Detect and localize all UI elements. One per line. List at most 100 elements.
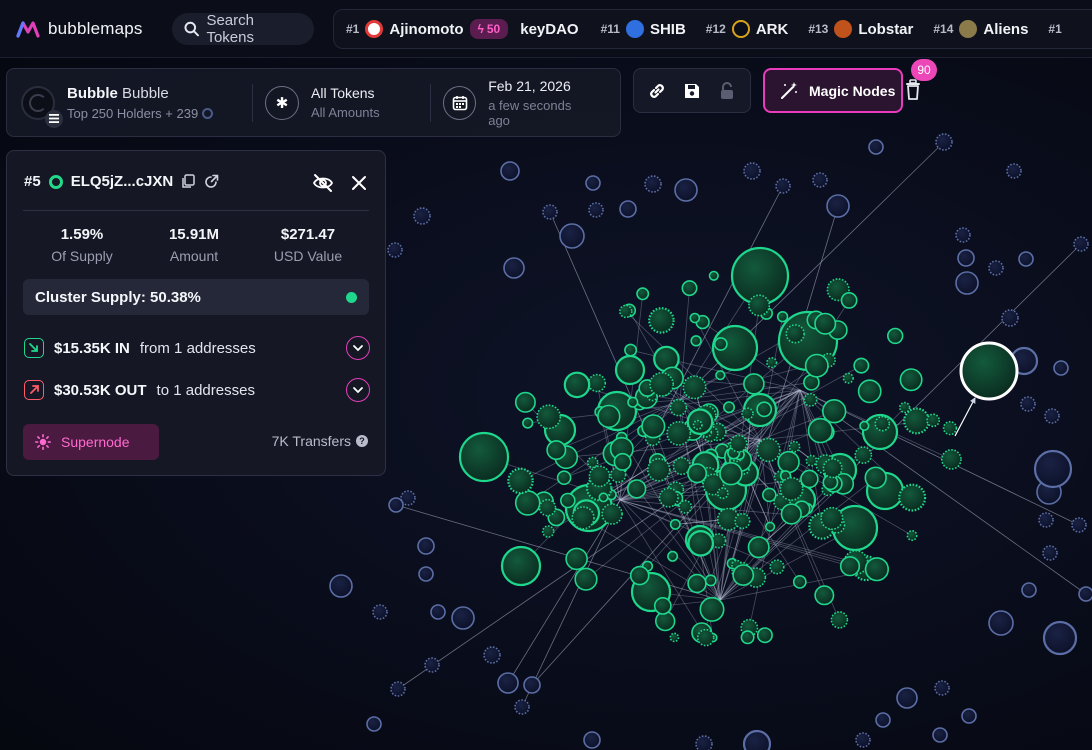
help-icon[interactable]: ? bbox=[356, 435, 368, 447]
holder-bubble[interactable] bbox=[687, 529, 714, 557]
holder-bubble[interactable] bbox=[941, 448, 962, 470]
holder-bubble[interactable] bbox=[704, 574, 717, 587]
small-holder-bubble[interactable] bbox=[497, 672, 519, 694]
holder-bubble[interactable] bbox=[687, 573, 707, 594]
holder-bubble[interactable] bbox=[903, 407, 931, 435]
holder-bubble[interactable] bbox=[734, 512, 751, 530]
small-holder-bubble[interactable] bbox=[743, 162, 761, 180]
lock-icon[interactable] bbox=[716, 80, 738, 102]
small-holder-bubble[interactable] bbox=[483, 646, 501, 664]
holder-bubble[interactable] bbox=[814, 312, 837, 335]
holder-bubble[interactable] bbox=[853, 357, 870, 374]
small-holder-bubble[interactable] bbox=[329, 574, 353, 598]
small-holder-bubble[interactable] bbox=[644, 175, 662, 193]
ticker-item-ajinomoto[interactable]: #1 Ajinomoto ϟ 50 bbox=[346, 19, 509, 39]
small-holder-bubble[interactable] bbox=[424, 657, 440, 673]
holder-bubble[interactable] bbox=[803, 392, 818, 407]
holder-bubble[interactable] bbox=[658, 487, 679, 508]
holder-bubble[interactable] bbox=[653, 597, 672, 615]
small-holder-bubble[interactable] bbox=[812, 172, 828, 188]
ticker-item-shib[interactable]: #11 SHIB bbox=[601, 20, 686, 38]
holder-bubble[interactable] bbox=[807, 417, 834, 444]
small-holder-bubble[interactable] bbox=[523, 676, 541, 694]
holder-bubble[interactable] bbox=[588, 465, 611, 488]
holder-bubble[interactable] bbox=[514, 490, 541, 516]
holder-bubble[interactable] bbox=[864, 466, 887, 489]
holder-bubble[interactable] bbox=[507, 467, 534, 495]
holder-bubble[interactable] bbox=[708, 270, 719, 281]
eye-off-icon[interactable] bbox=[312, 173, 334, 193]
small-holder-bubble[interactable] bbox=[1038, 512, 1054, 528]
holder-bubble[interactable] bbox=[689, 312, 701, 324]
holder-bubble[interactable] bbox=[777, 450, 800, 474]
external-link-icon[interactable] bbox=[204, 174, 219, 189]
small-holder-bubble[interactable] bbox=[1044, 408, 1060, 424]
holder-bubble[interactable] bbox=[764, 521, 776, 532]
small-holder-bubble[interactable] bbox=[695, 735, 713, 750]
small-holder-bubble[interactable] bbox=[1053, 360, 1069, 376]
holder-bubble[interactable] bbox=[696, 628, 715, 647]
ticker-item-keydao[interactable]: keyDAO bbox=[520, 21, 578, 38]
holder-bubble[interactable] bbox=[522, 417, 534, 429]
small-holder-bubble[interactable] bbox=[875, 712, 891, 728]
trash-icon[interactable] bbox=[904, 78, 922, 102]
holder-bubble[interactable] bbox=[626, 479, 647, 499]
holder-bubble[interactable] bbox=[699, 596, 725, 622]
holder-bubble[interactable] bbox=[756, 437, 781, 463]
holder-bubble[interactable] bbox=[713, 337, 728, 351]
holder-bubble[interactable] bbox=[556, 470, 572, 486]
holder-bubble[interactable] bbox=[906, 529, 918, 541]
holder-bubble[interactable] bbox=[840, 291, 858, 309]
small-holder-bubble[interactable] bbox=[868, 139, 884, 155]
token-avatar[interactable] bbox=[21, 85, 63, 128]
small-holder-bubble[interactable] bbox=[935, 133, 953, 151]
chevron-down-icon[interactable] bbox=[346, 336, 370, 360]
holder-bubble[interactable] bbox=[715, 370, 726, 381]
holder-bubble[interactable] bbox=[747, 536, 770, 559]
holder-bubble[interactable] bbox=[541, 525, 555, 538]
chevron-down-icon[interactable] bbox=[346, 378, 370, 402]
small-holder-bubble[interactable] bbox=[413, 207, 431, 225]
transfers-in-row[interactable]: $15.35K IN from 1 addresses bbox=[24, 336, 370, 360]
supernode-button[interactable]: Supernode bbox=[23, 424, 159, 460]
search-tokens-button[interactable]: Search Tokens bbox=[172, 12, 314, 46]
small-holder-bubble[interactable] bbox=[390, 681, 406, 697]
holder-bubble[interactable] bbox=[654, 610, 676, 632]
small-holder-bubble[interactable] bbox=[988, 610, 1014, 636]
holder-bubble[interactable] bbox=[692, 419, 703, 430]
small-holder-bubble[interactable] bbox=[855, 732, 871, 748]
small-holder-bubble[interactable] bbox=[1021, 582, 1037, 598]
holder-bubble[interactable] bbox=[586, 456, 599, 469]
holder-bubble[interactable] bbox=[681, 280, 698, 297]
holder-bubble[interactable] bbox=[574, 567, 598, 591]
holder-bubble[interactable] bbox=[780, 503, 802, 525]
holder-bubble[interactable] bbox=[814, 585, 835, 606]
small-holder-bubble[interactable] bbox=[417, 537, 435, 555]
holder-bubble[interactable] bbox=[732, 564, 755, 587]
small-holder-bubble[interactable] bbox=[957, 249, 975, 267]
holder-bubble[interactable] bbox=[587, 373, 607, 393]
holder-bubble[interactable] bbox=[748, 294, 771, 317]
holder-bubble[interactable] bbox=[678, 499, 693, 514]
small-holder-bubble[interactable] bbox=[418, 566, 434, 582]
small-holder-bubble[interactable] bbox=[1042, 620, 1078, 656]
ticker-item-ark[interactable]: #12 ARK bbox=[706, 20, 788, 38]
token-info[interactable]: Bubble Bubble Top 250 Holders + 239 bbox=[67, 85, 252, 121]
holder-bubble[interactable] bbox=[601, 503, 623, 525]
holder-bubble[interactable] bbox=[669, 632, 680, 643]
holder-bubble[interactable] bbox=[618, 304, 633, 319]
ticker-item-lobstar[interactable]: #13 Lobstar bbox=[808, 20, 913, 38]
holder-bubble[interactable] bbox=[719, 462, 743, 486]
small-holder-bubble[interactable] bbox=[775, 178, 791, 194]
holder-bubble[interactable] bbox=[538, 498, 557, 517]
holder-bubble[interactable] bbox=[624, 343, 638, 357]
holder-bubble[interactable] bbox=[648, 307, 675, 334]
holder-bubble[interactable] bbox=[690, 335, 702, 347]
holder-bubble[interactable] bbox=[766, 357, 778, 369]
holder-bubble[interactable] bbox=[667, 550, 679, 562]
holder-bubble[interactable] bbox=[859, 420, 870, 432]
holder-bubble[interactable] bbox=[716, 487, 729, 500]
holder-bubble[interactable] bbox=[669, 518, 681, 530]
small-holder-bubble[interactable] bbox=[1018, 251, 1034, 267]
magic-nodes-button[interactable]: Magic Nodes bbox=[763, 68, 903, 113]
